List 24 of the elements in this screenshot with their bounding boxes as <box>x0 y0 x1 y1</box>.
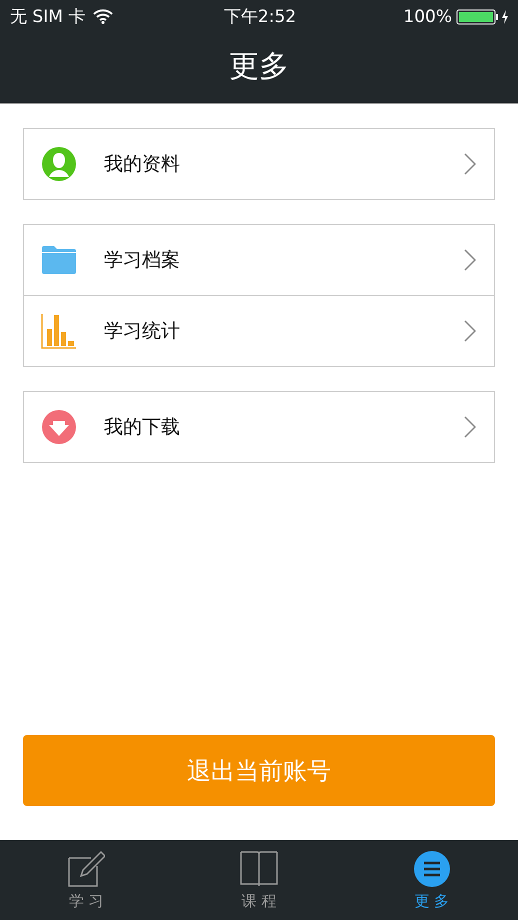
page-title: 更多 <box>228 48 290 86</box>
edit-icon <box>67 850 106 888</box>
download-icon <box>41 409 77 445</box>
menu-item[interactable]: 学习统计 <box>24 295 494 366</box>
menu-item[interactable]: 我的资料 <box>24 129 494 199</box>
menu-icon <box>412 850 451 888</box>
battery-icon <box>456 8 510 24</box>
carrier-text: 无 SIM 卡 <box>10 6 86 28</box>
user-icon <box>41 146 77 182</box>
bar-chart-icon <box>41 313 77 349</box>
chevron-icon <box>464 249 476 271</box>
chevron-icon <box>464 416 476 438</box>
time-text: 下午2:52 <box>224 6 296 28</box>
menu-item[interactable]: 学习档案 <box>24 225 494 295</box>
chevron-icon <box>464 320 476 342</box>
wifi-icon <box>93 9 114 24</box>
tab-item[interactable]: 课 程 <box>172 840 346 920</box>
tab-item[interactable]: 学 习 <box>0 840 173 920</box>
tab-item[interactable]: 更 多 <box>345 840 518 920</box>
battery-text: 100% <box>403 6 452 26</box>
chevron-icon <box>464 153 476 175</box>
book-icon <box>238 850 280 888</box>
menu-item[interactable]: 我的下载 <box>24 392 494 462</box>
folder-icon <box>41 245 77 275</box>
